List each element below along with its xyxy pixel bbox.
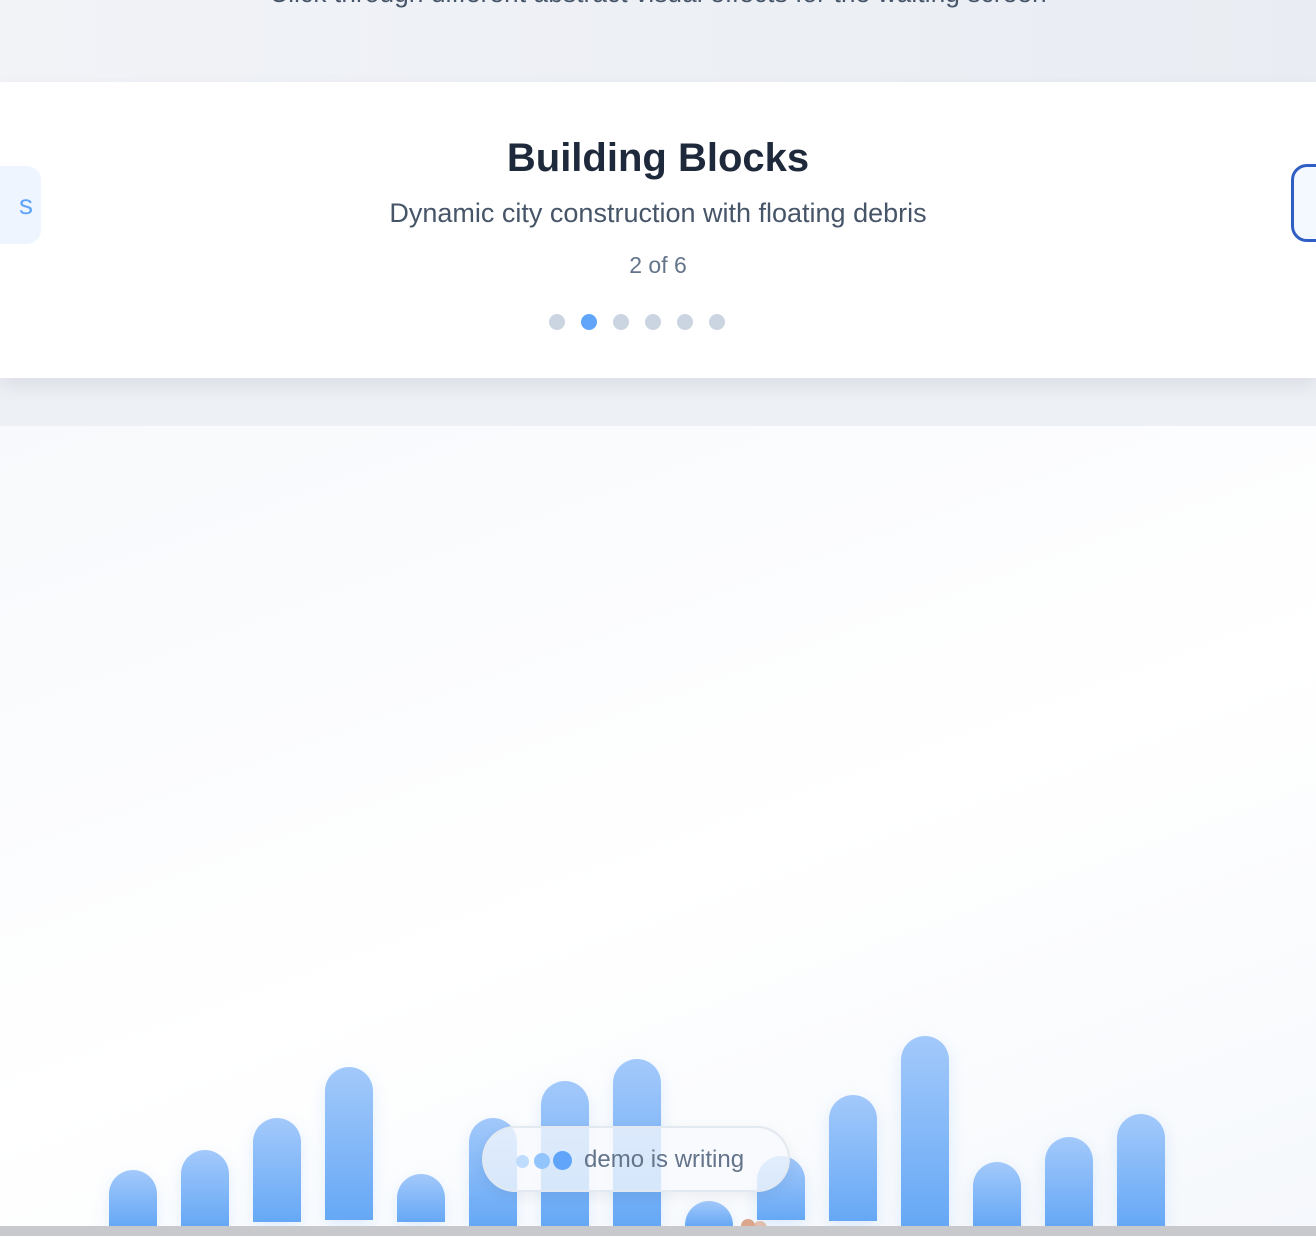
next-effect-button[interactable] — [1291, 164, 1316, 242]
effect-description: Dynamic city construction with floating … — [389, 198, 927, 228]
building-block — [1117, 1114, 1165, 1226]
effect-preview-stage: demo is writing — [0, 426, 1316, 1226]
pagination-dots — [549, 314, 725, 330]
typing-dot-icon — [534, 1153, 550, 1169]
building-block — [973, 1162, 1021, 1226]
effect-carousel-card: s Building Blocks Dynamic city construct… — [0, 82, 1316, 378]
writing-status-text: demo is writing — [584, 1146, 745, 1173]
typing-dot-icon — [553, 1151, 572, 1170]
ground-line — [0, 1226, 1316, 1236]
header-area: Click through different abstract visual … — [0, 0, 1316, 82]
building-block — [1045, 1137, 1093, 1226]
pagination-dot-5[interactable] — [677, 314, 693, 330]
building-block — [325, 1067, 373, 1220]
pagination-dot-4[interactable] — [645, 314, 661, 330]
building-block — [181, 1150, 229, 1226]
building-block — [253, 1118, 301, 1222]
typing-dot-icon — [516, 1155, 529, 1168]
pagination-dot-6[interactable] — [709, 314, 725, 330]
building-block — [829, 1095, 877, 1221]
writing-status-indicator: demo is writing — [482, 1126, 790, 1192]
building-block — [685, 1201, 733, 1226]
pagination-dot-2[interactable] — [581, 314, 597, 330]
page-subtitle: Click through different abstract visual … — [0, 0, 1316, 9]
effect-title: Building Blocks — [506, 136, 810, 180]
building-block — [109, 1170, 157, 1226]
pagination-dot-3[interactable] — [613, 314, 629, 330]
building-block — [901, 1036, 949, 1226]
effect-counter: 2 of 6 — [629, 252, 687, 278]
building-block — [397, 1174, 445, 1222]
pagination-dot-1[interactable] — [549, 314, 565, 330]
